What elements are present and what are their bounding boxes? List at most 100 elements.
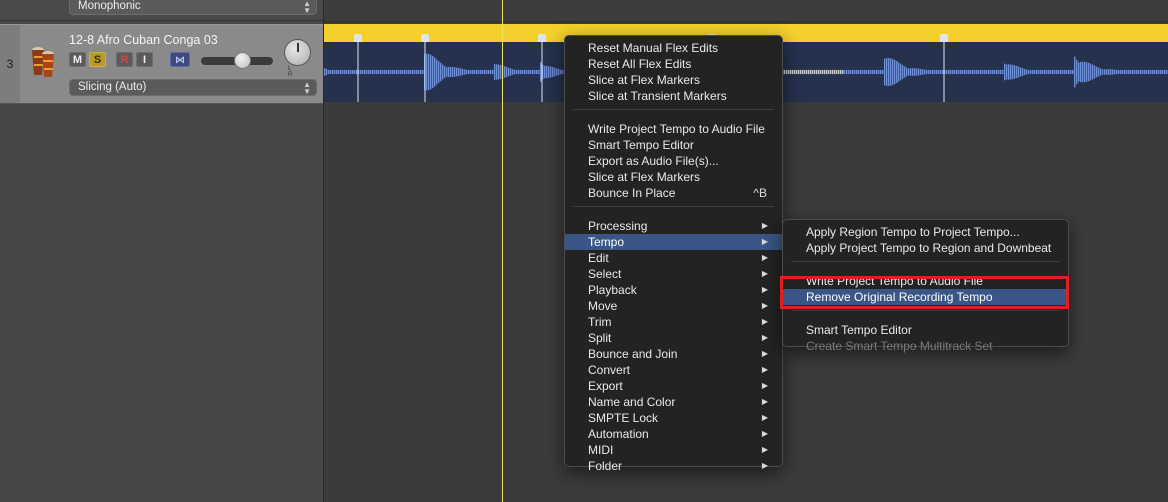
menu-item-slice-transient-markers[interactable]: Slice at Transient Markers bbox=[565, 88, 782, 104]
waveform-sample bbox=[1144, 69, 1146, 75]
waveform-sample bbox=[1106, 69, 1108, 75]
submenu-item-smart-tempo-editor[interactable]: Smart Tempo Editor bbox=[783, 322, 1068, 338]
submenu-item-apply-region-tempo[interactable]: Apply Region Tempo to Project Tempo... bbox=[783, 224, 1068, 240]
waveform-sample bbox=[1164, 69, 1166, 75]
waveform-sample bbox=[400, 69, 402, 75]
menu-item-processing[interactable]: Processing ▶ bbox=[565, 218, 782, 234]
waveform-sample bbox=[360, 69, 362, 75]
waveform-sample bbox=[1110, 69, 1112, 75]
waveform-sample bbox=[534, 69, 536, 75]
menu-separator bbox=[565, 109, 782, 121]
waveform-sample bbox=[1108, 69, 1110, 75]
waveform-sample bbox=[1098, 67, 1100, 77]
menu-item-edit[interactable]: Edit ▶ bbox=[565, 250, 782, 266]
solo-button[interactable]: S bbox=[89, 52, 106, 67]
menu-item-smpte-lock[interactable]: SMPTE Lock ▶ bbox=[565, 410, 782, 426]
track-header-column: Monophonic ▲ ▼ 3 12-8 Afro Cuban Conga 03… bbox=[0, 0, 324, 502]
flex-marker-handle[interactable] bbox=[538, 34, 546, 42]
waveform-sample bbox=[976, 69, 978, 75]
flex-marker-handle[interactable] bbox=[940, 34, 948, 42]
submenu-arrow-icon: ▶ bbox=[761, 301, 768, 310]
waveform-sample bbox=[988, 69, 990, 75]
submenu-item-apply-project-tempo[interactable]: Apply Project Tempo to Region and Downbe… bbox=[783, 240, 1068, 256]
menu-item-convert[interactable]: Convert ▶ bbox=[565, 362, 782, 378]
waveform-sample bbox=[980, 69, 982, 75]
flex-mode-select[interactable]: Slicing (Auto) ▲ ▼ bbox=[69, 79, 317, 96]
menu-item-bounce-and-join[interactable]: Bounce and Join ▶ bbox=[565, 346, 782, 362]
waveform-sample bbox=[1036, 69, 1038, 75]
menu-item-smart-tempo-editor[interactable]: Smart Tempo Editor bbox=[565, 137, 782, 153]
menu-item-slice-flex-markers-2[interactable]: Slice at Flex Markers bbox=[565, 169, 782, 185]
waveform-sample bbox=[334, 69, 336, 75]
menu-item-write-project-tempo[interactable]: Write Project Tempo to Audio File bbox=[565, 121, 782, 137]
submenu-arrow-icon: ▶ bbox=[761, 333, 768, 342]
waveform-sample bbox=[380, 69, 382, 75]
waveform-sample bbox=[946, 69, 948, 75]
menu-item-split[interactable]: Split ▶ bbox=[565, 330, 782, 346]
menu-item-playback[interactable]: Playback ▶ bbox=[565, 282, 782, 298]
record-enable-button[interactable]: R bbox=[116, 52, 133, 67]
pan-knob[interactable] bbox=[284, 39, 311, 66]
menu-item-label: Tempo bbox=[588, 235, 625, 249]
track-row-conga[interactable]: 3 12-8 Afro Cuban Conga 03 M S R I ⋈ L R… bbox=[0, 24, 323, 104]
waveform-sample bbox=[834, 69, 836, 75]
menu-item-trim[interactable]: Trim ▶ bbox=[565, 314, 782, 330]
waveform-sample bbox=[884, 58, 886, 86]
menu-item-midi[interactable]: MIDI ▶ bbox=[565, 442, 782, 458]
waveform-sample bbox=[784, 69, 786, 75]
waveform-sample bbox=[442, 64, 444, 80]
flex-mode-select-previous[interactable]: Monophonic ▲ ▼ bbox=[69, 0, 317, 15]
waveform-sample bbox=[1066, 69, 1068, 75]
waveform-sample bbox=[428, 53, 430, 91]
track-number: 3 bbox=[0, 25, 20, 103]
submenu-arrow-icon: ▶ bbox=[761, 221, 768, 230]
previous-track-lane[interactable] bbox=[324, 0, 1168, 22]
track-name[interactable]: 12-8 Afro Cuban Conga 03 bbox=[69, 33, 218, 47]
flex-marker-handle[interactable] bbox=[354, 34, 362, 42]
menu-item-reset-all-flex[interactable]: Reset All Flex Edits bbox=[565, 56, 782, 72]
waveform-sample bbox=[450, 66, 452, 78]
waveform-sample bbox=[1142, 69, 1144, 75]
waveform-sample bbox=[982, 69, 984, 75]
updown-arrows-icon: ▲ ▼ bbox=[303, 0, 311, 15]
waveform-sample bbox=[340, 69, 342, 75]
menu-item-select[interactable]: Select ▶ bbox=[565, 266, 782, 282]
waveform-sample bbox=[1134, 69, 1136, 75]
waveform-sample bbox=[434, 57, 436, 87]
menu-item-folder[interactable]: Folder ▶ bbox=[565, 458, 782, 474]
waveform-sample bbox=[466, 69, 468, 75]
menu-item-export-audio[interactable]: Export as Audio File(s)... bbox=[565, 153, 782, 169]
waveform-sample bbox=[1030, 69, 1032, 75]
waveform-sample bbox=[858, 69, 860, 75]
menu-item-slice-flex-markers[interactable]: Slice at Flex Markers bbox=[565, 72, 782, 88]
volume-slider[interactable] bbox=[201, 52, 273, 69]
menu-item-name-and-color[interactable]: Name and Color ▶ bbox=[565, 394, 782, 410]
input-monitoring-button[interactable]: I bbox=[136, 52, 153, 67]
waveform-sample bbox=[898, 62, 900, 82]
waveform-sample bbox=[1166, 69, 1168, 75]
menu-item-move[interactable]: Move ▶ bbox=[565, 298, 782, 314]
menu-item-reset-manual-flex[interactable]: Reset Manual Flex Edits bbox=[565, 40, 782, 56]
waveform-sample bbox=[862, 69, 864, 75]
menu-item-tempo[interactable]: Tempo ▶ bbox=[565, 234, 782, 250]
flex-marker-handle[interactable] bbox=[421, 34, 429, 42]
waveform-sample bbox=[506, 67, 508, 77]
waveform-sample bbox=[908, 68, 910, 76]
waveform-sample bbox=[930, 69, 932, 75]
waveform-sample bbox=[1004, 63, 1006, 81]
waveform-sample bbox=[826, 69, 828, 75]
waveform-sample bbox=[1000, 69, 1002, 75]
flex-toggle-button[interactable]: ⋈ bbox=[170, 52, 190, 67]
playhead[interactable] bbox=[502, 0, 503, 502]
waveform-sample bbox=[362, 69, 364, 75]
waveform-sample bbox=[828, 69, 830, 75]
menu-item-automation[interactable]: Automation ▶ bbox=[565, 426, 782, 442]
waveform-sample bbox=[960, 69, 962, 75]
previous-track-row[interactable]: Monophonic ▲ ▼ bbox=[0, 0, 323, 21]
waveform-sample bbox=[1008, 64, 1010, 80]
volume-slider-thumb[interactable] bbox=[234, 52, 251, 69]
mute-button[interactable]: M bbox=[69, 52, 86, 67]
menu-item-export[interactable]: Export ▶ bbox=[565, 378, 782, 394]
waveform-sample bbox=[1148, 69, 1150, 75]
menu-item-bounce-in-place[interactable]: Bounce In Place ^B bbox=[565, 185, 782, 201]
